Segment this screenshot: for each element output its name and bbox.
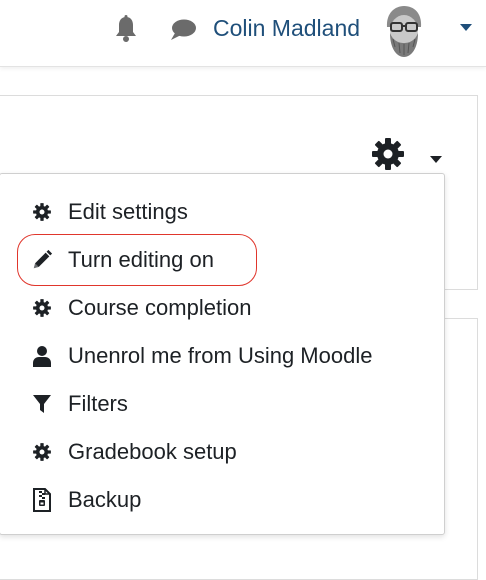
gear-icon[interactable] [370,136,406,172]
menu-item-turn-editing-on[interactable]: Turn editing on [0,238,444,282]
menu-item-label: Gradebook setup [68,439,237,464]
course-actions-menu: Edit settings Turn editing on Course com… [0,173,445,535]
menu-item-label: Edit settings [68,199,188,224]
file-archive-icon [30,488,54,512]
bell-icon[interactable] [112,14,140,44]
top-navbar: Colin Madland [0,0,486,67]
caret-down-icon[interactable] [429,151,443,163]
gear-icon [30,296,54,320]
gear-icon [30,200,54,224]
menu-item-course-completion[interactable]: Course completion [0,286,444,330]
caret-down-icon[interactable] [458,20,474,32]
chat-bubble-icon[interactable] [168,14,198,44]
user-icon [30,344,54,368]
menu-item-filters[interactable]: Filters [0,382,444,426]
menu-item-backup[interactable]: Backup [0,478,444,522]
gear-icon [30,440,54,464]
menu-item-unenrol[interactable]: Unenrol me from Using Moodle [0,334,444,378]
menu-item-label: Filters [68,391,128,416]
menu-item-label: Backup [68,487,142,512]
menu-item-label: Unenrol me from Using Moodle [68,343,373,368]
menu-item-label: Course completion [68,295,252,320]
filter-icon [30,392,54,416]
pencil-icon [30,248,54,272]
menu-item-gradebook-setup[interactable]: Gradebook setup [0,430,444,474]
avatar[interactable] [381,3,427,59]
user-name-link[interactable]: Colin Madland [213,13,360,43]
menu-item-edit-settings[interactable]: Edit settings [0,190,444,234]
menu-item-label: Turn editing on [68,247,214,272]
